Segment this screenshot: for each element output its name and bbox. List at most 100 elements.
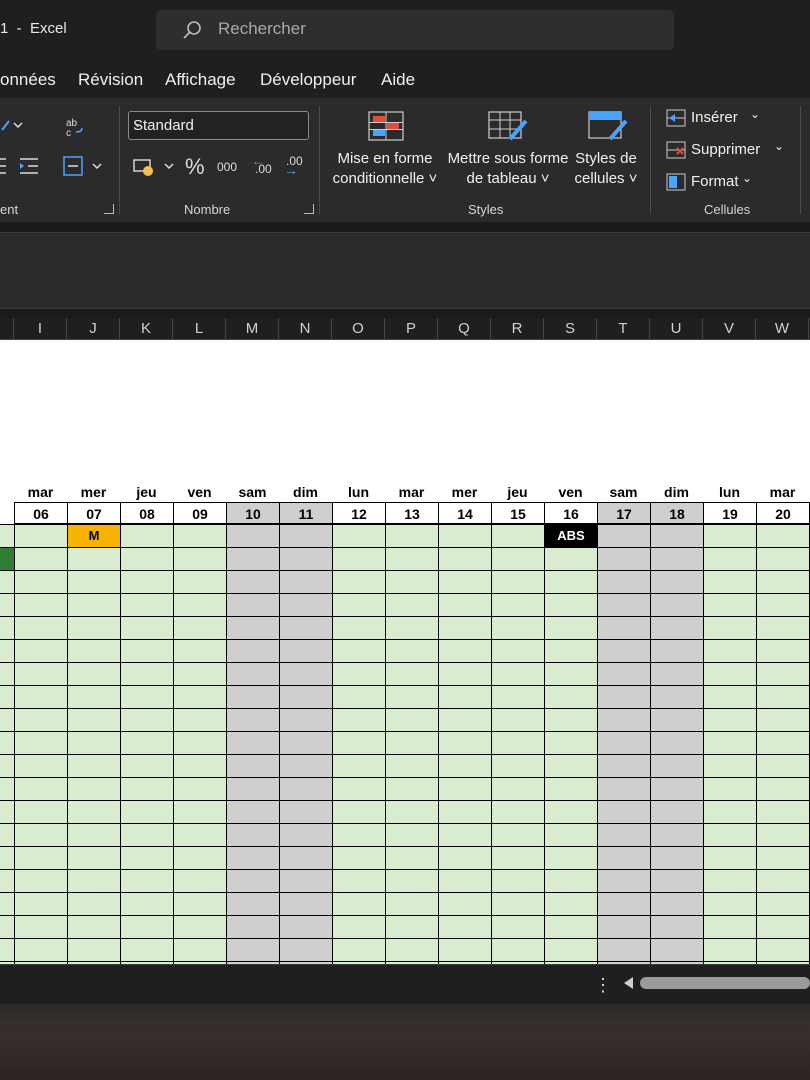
number-launcher-icon[interactable] xyxy=(304,204,314,214)
wrap-text-icon[interactable]: abc xyxy=(64,116,88,138)
grid-line xyxy=(0,892,810,893)
date-cell[interactable]: 12 xyxy=(332,502,385,524)
grid-line xyxy=(385,502,386,964)
indent-icon[interactable] xyxy=(0,156,40,176)
date-cell[interactable]: 08 xyxy=(120,502,173,524)
column-header-T[interactable]: T xyxy=(597,318,650,340)
format-as-table-button[interactable]: Mettre sous forme de tableau ˅ xyxy=(446,149,570,189)
decrease-decimal-icon[interactable]: → xyxy=(284,162,298,178)
orientation-icon[interactable] xyxy=(0,118,24,132)
date-cell[interactable]: 17 xyxy=(597,502,650,524)
percent-button[interactable]: % xyxy=(185,154,205,180)
horizontal-scrollbar[interactable] xyxy=(640,977,810,989)
column-header-Q[interactable]: Q xyxy=(438,318,491,340)
group-divider xyxy=(650,106,651,214)
grid-line xyxy=(0,823,810,824)
weekday-column[interactable] xyxy=(438,524,491,964)
weekend-column[interactable] xyxy=(279,524,332,964)
weekend-column[interactable] xyxy=(226,524,279,964)
column-header-O[interactable]: O xyxy=(332,318,385,340)
grid-line xyxy=(0,800,810,801)
column-header-V[interactable]: V xyxy=(703,318,756,340)
date-cell[interactable]: 15 xyxy=(491,502,544,524)
grid-line xyxy=(0,524,810,525)
weekday-label: mar xyxy=(398,484,425,500)
column-header-W[interactable]: W xyxy=(756,318,809,340)
number-group-label: Nombre xyxy=(184,202,231,217)
weekday-label: dim xyxy=(293,484,318,500)
weekday-column[interactable] xyxy=(703,524,756,964)
weekday-column[interactable] xyxy=(544,524,597,964)
date-cell[interactable]: 09 xyxy=(173,502,226,524)
grid-line xyxy=(0,593,810,594)
weekday-label: jeu xyxy=(136,484,157,500)
more-options-icon[interactable]: ⋮ xyxy=(594,975,612,996)
column-header-K[interactable]: K xyxy=(120,318,173,340)
weekday-label: ven xyxy=(558,484,583,500)
weekday-column[interactable] xyxy=(385,524,438,964)
weekday-column[interactable] xyxy=(67,524,120,964)
insert-icon xyxy=(666,109,686,127)
date-cell[interactable]: 19 xyxy=(703,502,756,524)
styles-group-label: Styles xyxy=(468,202,504,217)
weekend-column[interactable] xyxy=(650,524,703,964)
grid-line xyxy=(173,502,174,964)
column-header[interactable] xyxy=(0,318,14,340)
menu-developpeur[interactable]: Développeur xyxy=(260,70,356,90)
menu-revision[interactable]: Révision xyxy=(78,70,143,90)
date-cell[interactable]: 11 xyxy=(279,502,332,524)
thousands-separator-button[interactable]: 000 xyxy=(217,160,237,174)
accounting-format-icon[interactable] xyxy=(133,156,175,178)
column-headers: IJKLMNOPQRSTUVW xyxy=(0,318,810,340)
weekday-label: sam xyxy=(238,484,267,500)
grid-line xyxy=(0,547,810,548)
column-header-J[interactable]: J xyxy=(67,318,120,340)
weekday-column[interactable] xyxy=(173,524,226,964)
window-title: 1 - Excel xyxy=(0,20,67,37)
column-header-M[interactable]: M xyxy=(226,318,279,340)
merge-center-icon[interactable] xyxy=(63,156,103,176)
menu-affichage[interactable]: Affichage xyxy=(165,70,236,90)
cells-group-label: Cellules xyxy=(704,202,751,217)
status-badge-abs[interactable]: ABS xyxy=(545,525,597,547)
menu-aide[interactable]: Aide xyxy=(381,70,415,90)
group-divider xyxy=(319,106,320,214)
conditional-format-button[interactable]: Mise en forme conditionnelle ˅ xyxy=(326,149,444,189)
scroll-left-icon[interactable] xyxy=(624,977,633,989)
weekday-column[interactable] xyxy=(120,524,173,964)
column-header-L[interactable]: L xyxy=(173,318,226,340)
date-cell[interactable]: 20 xyxy=(756,502,809,524)
menu-data[interactable]: onnées xyxy=(0,70,56,90)
date-cell[interactable]: 16 xyxy=(544,502,597,524)
date-cell[interactable]: 06 xyxy=(14,502,67,524)
column-header-N[interactable]: N xyxy=(279,318,332,340)
grid-line xyxy=(0,915,810,916)
weekday-column[interactable] xyxy=(14,524,67,964)
format-as-table-label-1: Mettre sous forme xyxy=(447,150,569,167)
date-cell[interactable]: 10 xyxy=(226,502,279,524)
date-cell[interactable]: 07 xyxy=(67,502,120,524)
column-header-U[interactable]: U xyxy=(650,318,703,340)
cell-styles-label-2: cellules ˅ xyxy=(574,170,638,187)
status-badge-m[interactable]: M xyxy=(68,525,120,547)
column-header-I[interactable]: I xyxy=(14,318,67,340)
alignment-launcher-icon[interactable] xyxy=(104,204,114,214)
date-cell[interactable]: 13 xyxy=(385,502,438,524)
column-header-P[interactable]: P xyxy=(385,318,438,340)
date-cell[interactable]: 14 xyxy=(438,502,491,524)
weekday-column[interactable] xyxy=(491,524,544,964)
grid-line xyxy=(0,938,810,939)
cell-styles-button[interactable]: Styles de cellules ˅ xyxy=(570,149,642,189)
weekday-column[interactable] xyxy=(756,524,809,964)
grid-line xyxy=(0,708,810,709)
weekend-column[interactable] xyxy=(597,524,650,964)
grid-line xyxy=(0,639,810,640)
formula-bar[interactable] xyxy=(0,232,810,309)
number-format-dropdown[interactable]: Standard ⌄ xyxy=(128,111,309,140)
date-cell[interactable]: 18 xyxy=(650,502,703,524)
worksheet-grid[interactable]: mar 06 mer 07 jeu 08 ven 09 sam 10 dim 11 lun 12 mar 13… xyxy=(0,340,810,964)
search-box[interactable]: Rechercher xyxy=(156,10,674,50)
weekday-column[interactable] xyxy=(332,524,385,964)
column-header-S[interactable]: S xyxy=(544,318,597,340)
column-header-R[interactable]: R xyxy=(491,318,544,340)
